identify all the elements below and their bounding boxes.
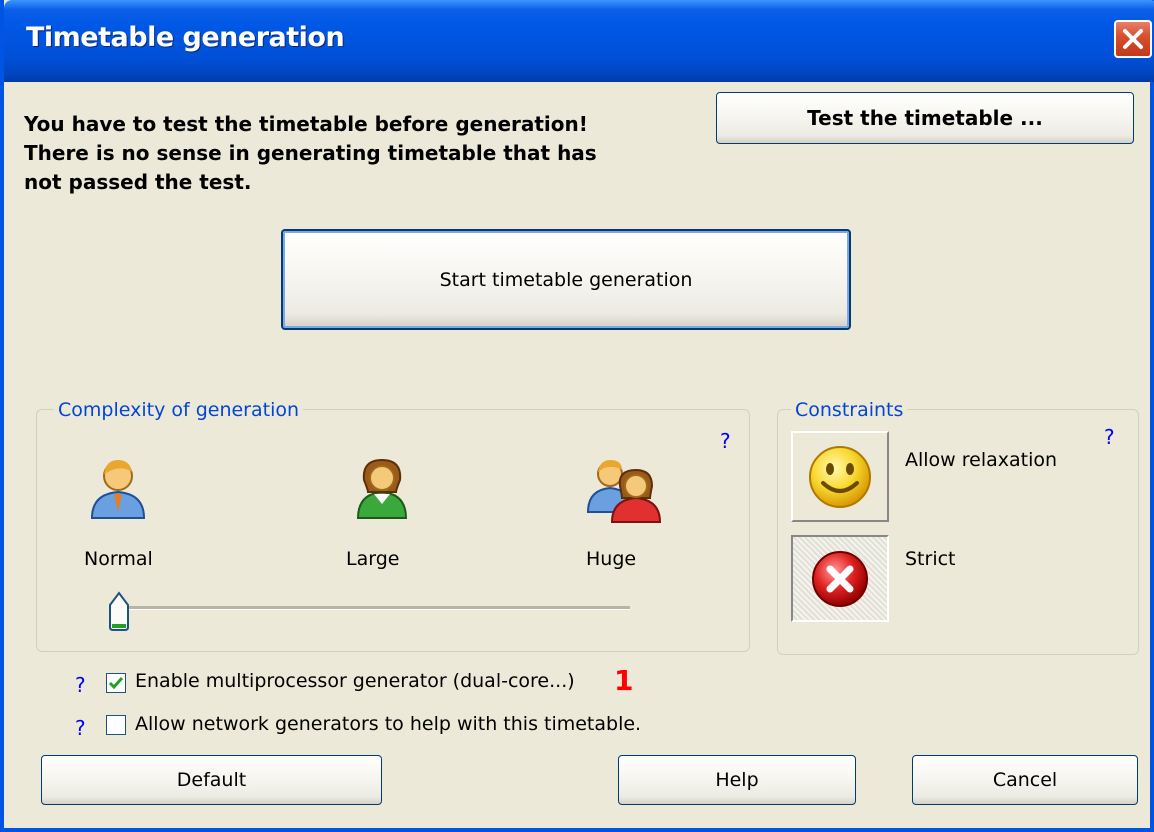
checkmark-icon [108,677,124,690]
warning-line: not passed the test. [24,170,252,194]
multiprocessor-help[interactable]: ? [75,673,86,697]
complexity-group [36,409,750,652]
complexity-slider-thumb[interactable] [108,591,130,633]
title-bar[interactable]: Timetable generation [4,0,1154,82]
help-button[interactable]: Help [618,755,856,805]
red-x-icon [812,551,868,607]
level-normal-label: Normal [84,548,153,570]
strict-button[interactable] [791,535,889,622]
complexity-help[interactable]: ? [720,429,731,453]
warning-text: You have to test the timetable before ge… [24,110,704,197]
person-normal-icon[interactable] [88,456,148,522]
annotation-badge: 1 [614,664,634,697]
smiley-icon [809,446,871,508]
complexity-slider-track[interactable] [112,606,630,610]
complexity-legend: Complexity of generation [54,399,304,421]
dialog-window: Timetable generation You have to test th… [0,0,1154,832]
network-checkbox[interactable] [106,715,126,735]
allow-relaxation-button[interactable] [791,431,889,522]
person-large-icon[interactable] [352,456,412,522]
level-large-label: Large [346,548,400,570]
default-button[interactable]: Default [41,755,382,805]
constraints-help[interactable]: ? [1104,425,1115,449]
multiprocessor-checkbox[interactable] [106,673,126,693]
network-label[interactable]: Allow network generators to help with th… [135,713,641,735]
close-button[interactable] [1114,20,1152,58]
close-icon [1123,29,1143,49]
allow-relaxation-label: Allow relaxation [905,449,1058,471]
test-timetable-button[interactable]: Test the timetable ... [716,92,1134,144]
strict-label: Strict [905,548,956,570]
warning-line: You have to test the timetable before ge… [24,112,588,136]
level-huge-label: Huge [586,548,637,570]
window-title: Timetable generation [26,22,345,53]
network-help[interactable]: ? [75,716,86,740]
multiprocessor-label[interactable]: Enable multiprocessor generator (dual-co… [135,670,575,692]
cancel-button[interactable]: Cancel [912,755,1138,805]
people-huge-icon[interactable] [586,456,662,524]
constraints-legend: Constraints [791,399,908,421]
start-generation-button[interactable]: Start timetable generation [281,229,851,330]
warning-line: There is no sense in generating timetabl… [24,141,597,165]
